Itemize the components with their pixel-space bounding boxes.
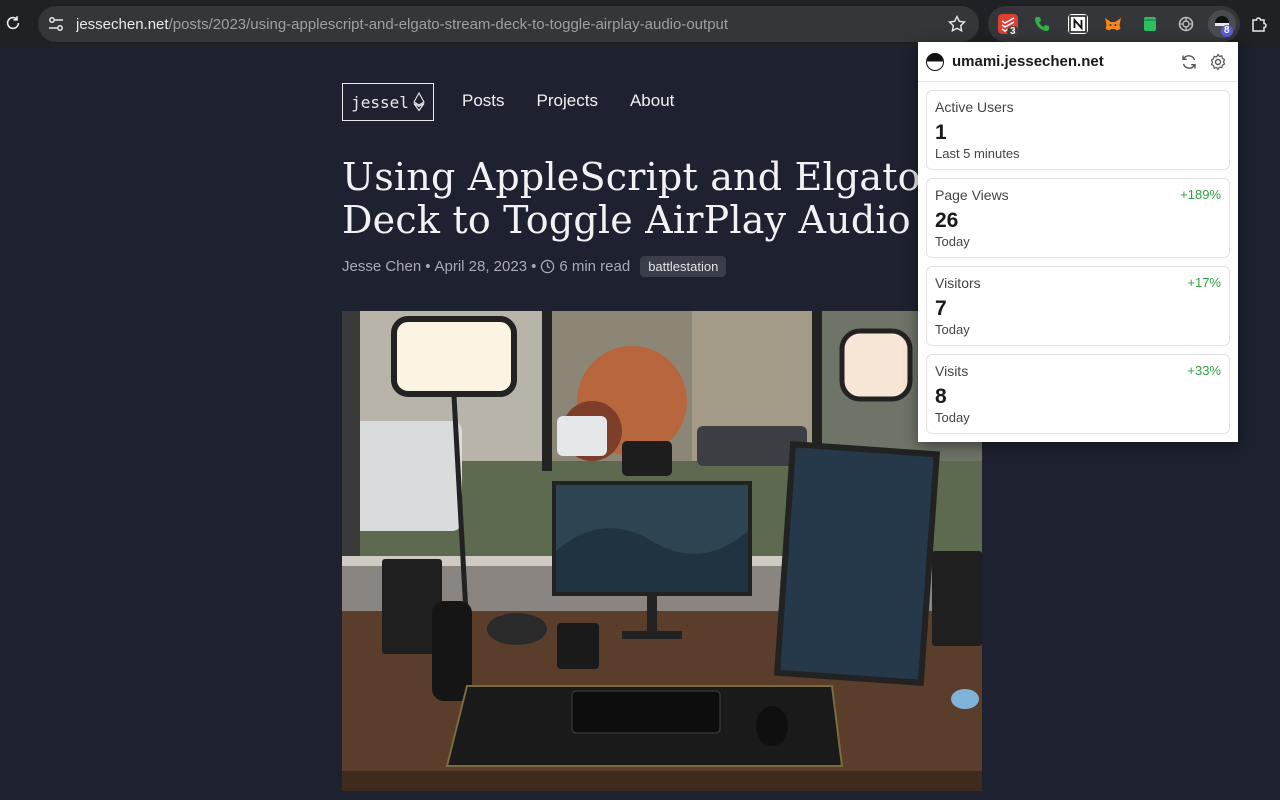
- post-read-time: 6 min read: [559, 258, 631, 275]
- post-author: Jesse Chen: [342, 258, 422, 275]
- openai-icon[interactable]: [1176, 14, 1196, 34]
- url-host: jessechen.net: [76, 15, 169, 33]
- ethereum-icon: [413, 92, 425, 112]
- url-path: /posts/2023/using-applescript-and-elgato…: [168, 15, 729, 33]
- stat-label: Visits: [935, 363, 969, 379]
- metamask-icon[interactable]: [1103, 14, 1123, 34]
- extensions-bar: 3 8: [988, 6, 1240, 42]
- site-logo[interactable]: jessel: [342, 83, 434, 121]
- site-logo-text: jessel: [351, 92, 409, 112]
- umami-popup: umami.jessechen.net Active Users 1 Last …: [918, 42, 1238, 442]
- stat-card-visits: Visits +33% 8 Today: [926, 354, 1230, 434]
- hero-photo: [342, 311, 982, 791]
- bookmark-star-icon[interactable]: [947, 14, 967, 34]
- url-text[interactable]: jessechen.net/posts/2023/using-applescri…: [76, 16, 728, 33]
- site-nav: Posts Projects About: [462, 91, 706, 111]
- popup-header: umami.jessechen.net: [918, 42, 1238, 82]
- stat-card-active-users: Active Users 1 Last 5 minutes: [926, 90, 1230, 170]
- stat-period: Today: [935, 234, 970, 249]
- stat-value: 7: [935, 297, 947, 320]
- stat-card-visitors: Visitors +17% 7 Today: [926, 266, 1230, 346]
- stat-period: Last 5 minutes: [935, 146, 1020, 161]
- stat-change: +189%: [1180, 187, 1221, 202]
- post-date: April 28, 2023: [434, 258, 528, 275]
- stat-card-page-views: Page Views +189% 26 Today: [926, 178, 1230, 258]
- nav-projects[interactable]: Projects: [537, 91, 598, 111]
- nav-about[interactable]: About: [630, 91, 674, 111]
- extensions-puzzle-icon[interactable]: [1249, 14, 1269, 34]
- browser-toolbar: jessechen.net/posts/2023/using-applescri…: [0, 0, 1280, 48]
- refresh-icon[interactable]: [1180, 53, 1198, 71]
- popup-site-name: umami.jessechen.net: [952, 53, 1104, 70]
- meta-separator: •: [425, 258, 431, 275]
- stat-value: 8: [935, 385, 947, 408]
- stat-value: 26: [935, 209, 959, 232]
- settings-gear-icon[interactable]: [1209, 53, 1227, 71]
- stat-period: Today: [935, 322, 970, 337]
- stat-value: 1: [935, 121, 947, 144]
- post-tag[interactable]: battlestation: [640, 256, 727, 277]
- address-bar[interactable]: jessechen.net/posts/2023/using-applescri…: [38, 6, 979, 42]
- stat-label: Visitors: [935, 275, 981, 291]
- phone-icon[interactable]: [1032, 14, 1052, 34]
- todoist-badge: 3: [1007, 26, 1019, 38]
- stat-label: Active Users: [935, 99, 1014, 115]
- meta-separator: •: [531, 258, 537, 275]
- umami-badge: 8: [1221, 25, 1233, 37]
- notion-icon[interactable]: [1068, 14, 1088, 34]
- umami-logo-icon: [926, 52, 944, 71]
- stat-change: +17%: [1187, 275, 1221, 290]
- stat-period: Today: [935, 410, 970, 425]
- clock-icon: [541, 259, 555, 274]
- nav-posts[interactable]: Posts: [462, 91, 505, 111]
- site-settings-icon[interactable]: [46, 14, 66, 34]
- stat-change: +33%: [1187, 363, 1221, 378]
- evernote-icon[interactable]: [1140, 14, 1160, 34]
- stat-label: Page Views: [935, 187, 1009, 203]
- post-title: Using AppleScript and Elgato Stream Deck…: [342, 156, 1075, 242]
- reload-icon[interactable]: [4, 14, 22, 32]
- post-meta: Jesse Chen • April 28, 2023 • 6 min read…: [342, 256, 727, 277]
